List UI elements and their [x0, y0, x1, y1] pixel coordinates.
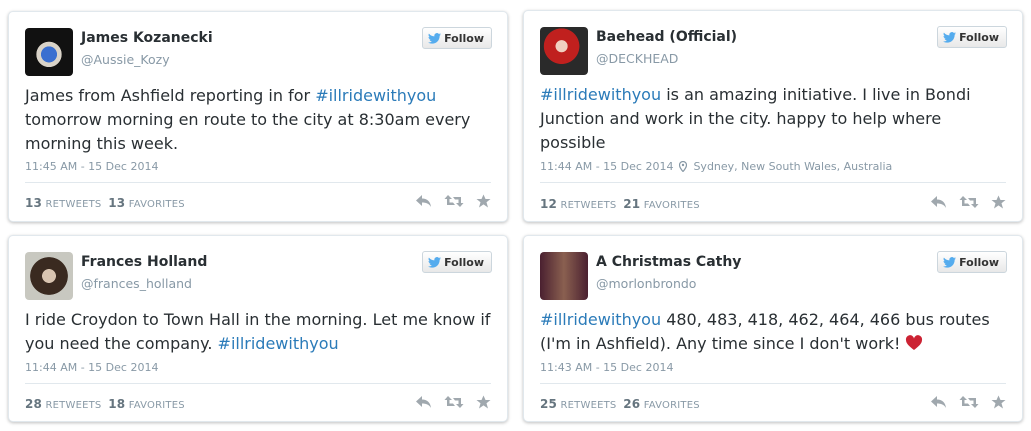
user-name[interactable]: Baehead (Official) [596, 29, 737, 45]
tweet-card: A Christmas Cathy @morlonbrondo Follow #… [523, 235, 1023, 422]
retweet-icon[interactable] [444, 194, 464, 208]
hashtag-link[interactable]: #illridewithyou [218, 334, 339, 353]
avatar[interactable] [25, 28, 73, 76]
reply-icon[interactable] [930, 195, 947, 209]
tweet-text: James from Ashfield reporting in for #il… [25, 86, 471, 153]
divider [25, 383, 491, 384]
user-name[interactable]: Frances Holland [81, 254, 207, 270]
tweet-card: Frances Holland @frances_holland Follow … [8, 235, 508, 422]
follow-label: Follow [444, 31, 484, 45]
tweet-stats: 28 RETWEETS 18 FAVORITES [25, 397, 185, 411]
twitter-bird-icon [943, 256, 957, 268]
follow-button[interactable]: Follow [422, 27, 492, 49]
twitter-bird-icon [943, 31, 957, 43]
tweet-card: James Kozanecki @Aussie_Kozy Follow Jame… [8, 11, 508, 222]
retweet-icon[interactable] [959, 395, 979, 409]
tweet-actions [415, 194, 491, 208]
timestamp[interactable]: 11:43 AM - 15 Dec 2014 [540, 361, 673, 374]
twitter-bird-icon [428, 32, 442, 44]
retweet-icon[interactable] [444, 395, 464, 409]
user-name[interactable]: James Kozanecki [81, 30, 213, 46]
follow-button[interactable]: Follow [937, 26, 1007, 48]
tweet-stats: 12 RETWEETS 21 FAVORITES [540, 197, 700, 211]
avatar[interactable] [540, 27, 588, 75]
tweet-card: Baehead (Official) @DECKHEAD Follow #ill… [523, 10, 1023, 222]
follow-button[interactable]: Follow [937, 251, 1007, 273]
tweet-stats: 25 RETWEETS 26 FAVORITES [540, 397, 700, 411]
favorite-star-icon[interactable] [991, 195, 1006, 209]
follow-label: Follow [959, 255, 999, 269]
divider [540, 182, 1006, 183]
tweet-meta: 11:44 AM - 15 Dec 2014 Sydney, New South… [540, 160, 892, 173]
timestamp[interactable]: 11:44 AM - 15 Dec 2014 [25, 361, 158, 374]
follow-label: Follow [959, 30, 999, 44]
user-handle[interactable]: @morlonbrondo [596, 276, 696, 291]
divider [25, 182, 491, 183]
twitter-bird-icon [428, 256, 442, 268]
heart-emoji-icon [906, 335, 923, 350]
user-handle[interactable]: @DECKHEAD [596, 51, 678, 66]
follow-button[interactable]: Follow [422, 251, 492, 273]
reply-icon[interactable] [930, 395, 947, 409]
retweet-icon[interactable] [959, 195, 979, 209]
tweet-text: #illridewithyou is an amazing initiative… [540, 85, 971, 152]
divider [540, 383, 1006, 384]
reply-icon[interactable] [415, 194, 432, 208]
avatar[interactable] [540, 252, 588, 300]
timestamp[interactable]: 11:45 AM - 15 Dec 2014 [25, 160, 158, 173]
tweet-stats: 13 RETWEETS 13 FAVORITES [25, 196, 185, 210]
favorite-star-icon[interactable] [476, 194, 491, 208]
tweet-text: I ride Croydon to Town Hall in the morni… [25, 310, 491, 353]
timestamp[interactable]: 11:44 AM - 15 Dec 2014 [540, 160, 673, 173]
tweet-text: #illridewithyou 480, 483, 418, 462, 464,… [540, 310, 990, 353]
hashtag-link[interactable]: #illridewithyou [315, 86, 436, 105]
tweet-meta: 11:44 AM - 15 Dec 2014 [25, 361, 158, 374]
tweet-meta: 11:43 AM - 15 Dec 2014 [540, 361, 673, 374]
reply-icon[interactable] [415, 395, 432, 409]
favorite-star-icon[interactable] [991, 395, 1006, 409]
follow-label: Follow [444, 255, 484, 269]
user-handle[interactable]: @Aussie_Kozy [81, 52, 170, 67]
user-name[interactable]: A Christmas Cathy [596, 254, 741, 270]
favorite-star-icon[interactable] [476, 395, 491, 409]
tweet-actions [415, 395, 491, 409]
avatar[interactable] [25, 252, 73, 300]
tweet-meta: 11:45 AM - 15 Dec 2014 [25, 160, 158, 173]
user-handle[interactable]: @frances_holland [81, 276, 192, 291]
location-link[interactable]: Sydney, New South Wales, Australia [693, 160, 892, 173]
hashtag-link[interactable]: #illridewithyou [540, 310, 661, 329]
hashtag-link[interactable]: #illridewithyou [540, 85, 661, 104]
tweet-actions [930, 195, 1006, 209]
tweet-actions [930, 395, 1006, 409]
location-pin-icon [679, 161, 688, 172]
